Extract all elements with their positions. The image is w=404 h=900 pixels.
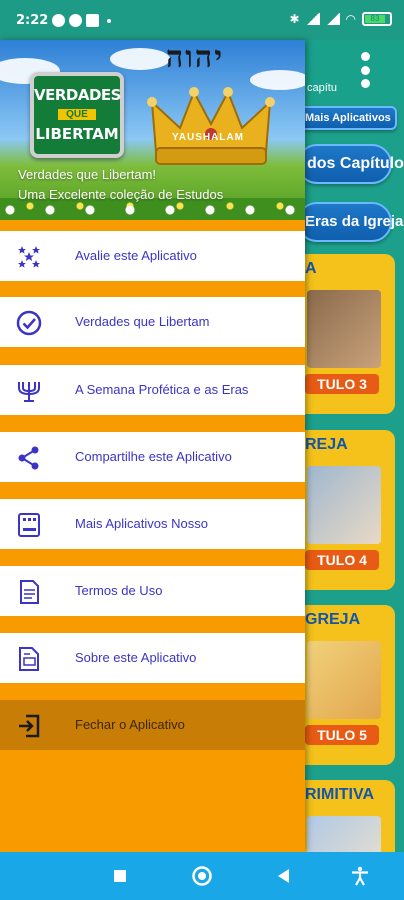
toolbar-title: capítu xyxy=(307,82,337,94)
menu-item-truths[interactable]: Verdades que Libertam xyxy=(0,297,305,347)
chapter-card-image xyxy=(307,641,381,719)
chapter-card-label: TULO 3 xyxy=(305,374,379,394)
menu-item-label: Verdades que Libertam xyxy=(75,314,210,329)
stars-icon xyxy=(16,244,42,270)
youtube-icon xyxy=(86,14,99,27)
more-apps-button[interactable]: Mais Aplicativos xyxy=(305,106,397,130)
home-button[interactable] xyxy=(190,864,214,888)
crown-icon xyxy=(147,87,275,165)
chapter-card-heading: REJA xyxy=(305,436,348,453)
drawer-subtitle: Uma Excelente coleção de Estudos xyxy=(18,187,224,202)
church-eras-button[interactable]: Eras da Igreja xyxy=(305,202,403,242)
logo-text: QUE xyxy=(58,109,96,120)
recents-button[interactable] xyxy=(108,864,132,888)
background-app: capítu Mais Aplicativos dos Capítulos Er… xyxy=(305,40,404,852)
status-bar: 2:22 ✱ ◠ 83 xyxy=(0,0,404,40)
menu-item-label: Mais Aplicativos Nosso xyxy=(75,516,208,531)
apps-icon xyxy=(16,512,42,538)
accessibility-icon xyxy=(352,866,368,886)
menu-item-label: Termos de Uso xyxy=(75,583,163,598)
menu-item-label: A Semana Profética e as Eras xyxy=(75,382,249,397)
document-icon xyxy=(16,579,42,605)
chapter-card-heading: A xyxy=(305,260,317,277)
notification-icons xyxy=(52,14,111,27)
navigation-drawer: VERDADES QUE LIBERTAM יהוה YAUSHALAM Ver… xyxy=(0,40,305,852)
menu-item-close-app[interactable]: Fechar o Aplicativo xyxy=(0,700,305,750)
back-button[interactable] xyxy=(272,864,296,888)
chapter-card-heading: RIMITIVA xyxy=(305,786,375,803)
menu-item-about[interactable]: Sobre este Aplicativo xyxy=(0,633,305,683)
signal-icon xyxy=(325,13,340,25)
info-document-icon xyxy=(16,646,42,672)
chapter-card-label: TULO 4 xyxy=(305,550,379,570)
accessibility-button[interactable] xyxy=(348,864,372,888)
more-notifications-icon xyxy=(107,19,111,23)
crown-label: YAUSHALAM xyxy=(172,132,244,143)
chapter-card-heading: GREJA xyxy=(305,611,361,628)
drawer-title: Verdades que Libertam! xyxy=(18,167,157,182)
bluetooth-icon: ✱ xyxy=(289,12,300,26)
cloud-decoration xyxy=(110,48,170,70)
menu-item-label: Compartilhe este Aplicativo xyxy=(75,449,232,464)
notification-icon xyxy=(69,14,82,27)
battery-level: 83 xyxy=(365,15,385,23)
home-icon xyxy=(192,866,212,886)
status-time: 2:22 xyxy=(16,13,49,28)
chapter-card[interactable]: REJA TULO 4 xyxy=(305,430,395,590)
share-icon xyxy=(16,445,42,471)
menu-item-rate-app[interactable]: Avalie este Aplicativo xyxy=(0,231,305,281)
wifi-icon: ◠ xyxy=(345,12,356,26)
chapter-card[interactable]: GREJA TULO 5 xyxy=(305,605,395,765)
chapter-card-image xyxy=(307,290,381,368)
notification-icon xyxy=(52,14,65,27)
menu-item-label: Sobre este Aplicativo xyxy=(75,650,197,665)
chapter-card[interactable]: A TULO 3 xyxy=(305,254,395,414)
app-toolbar: capítu xyxy=(305,40,404,102)
menu-item-label: Fechar o Aplicativo xyxy=(75,717,185,732)
system-navigation-bar xyxy=(0,852,404,900)
logo-text: LIBERTAM xyxy=(35,125,119,143)
chapter-card[interactable]: RIMITIVA xyxy=(305,780,395,852)
drawer-header: VERDADES QUE LIBERTAM יהוה YAUSHALAM Ver… xyxy=(0,40,305,220)
chapter-card-label: TULO 5 xyxy=(305,725,379,745)
hebrew-title: יהוה xyxy=(166,40,225,75)
chapters-button[interactable]: dos Capítulos xyxy=(305,144,404,184)
menu-item-prophetic-week[interactable]: A Semana Profética e as Eras xyxy=(0,365,305,415)
menu-item-terms[interactable]: Termos de Uso xyxy=(0,566,305,616)
signal-icon xyxy=(305,13,320,25)
chapter-card-image xyxy=(307,816,381,852)
back-icon xyxy=(278,869,289,883)
chapter-card-image xyxy=(307,466,381,544)
battery-icon: 83 xyxy=(362,12,392,26)
check-circle-icon xyxy=(16,310,42,336)
menu-item-share-app[interactable]: Compartilhe este Aplicativo xyxy=(0,432,305,482)
system-icons: ✱ ◠ 83 xyxy=(289,12,392,26)
recents-icon xyxy=(114,870,126,882)
overflow-menu-icon[interactable] xyxy=(355,52,375,88)
app-logo: VERDADES QUE LIBERTAM xyxy=(30,72,124,158)
exit-icon xyxy=(16,713,42,739)
menu-item-label: Avalie este Aplicativo xyxy=(75,248,197,263)
menorah-icon xyxy=(16,378,42,404)
menu-item-more-apps[interactable]: Mais Aplicativos Nosso xyxy=(0,499,305,549)
logo-text: VERDADES xyxy=(34,86,121,104)
